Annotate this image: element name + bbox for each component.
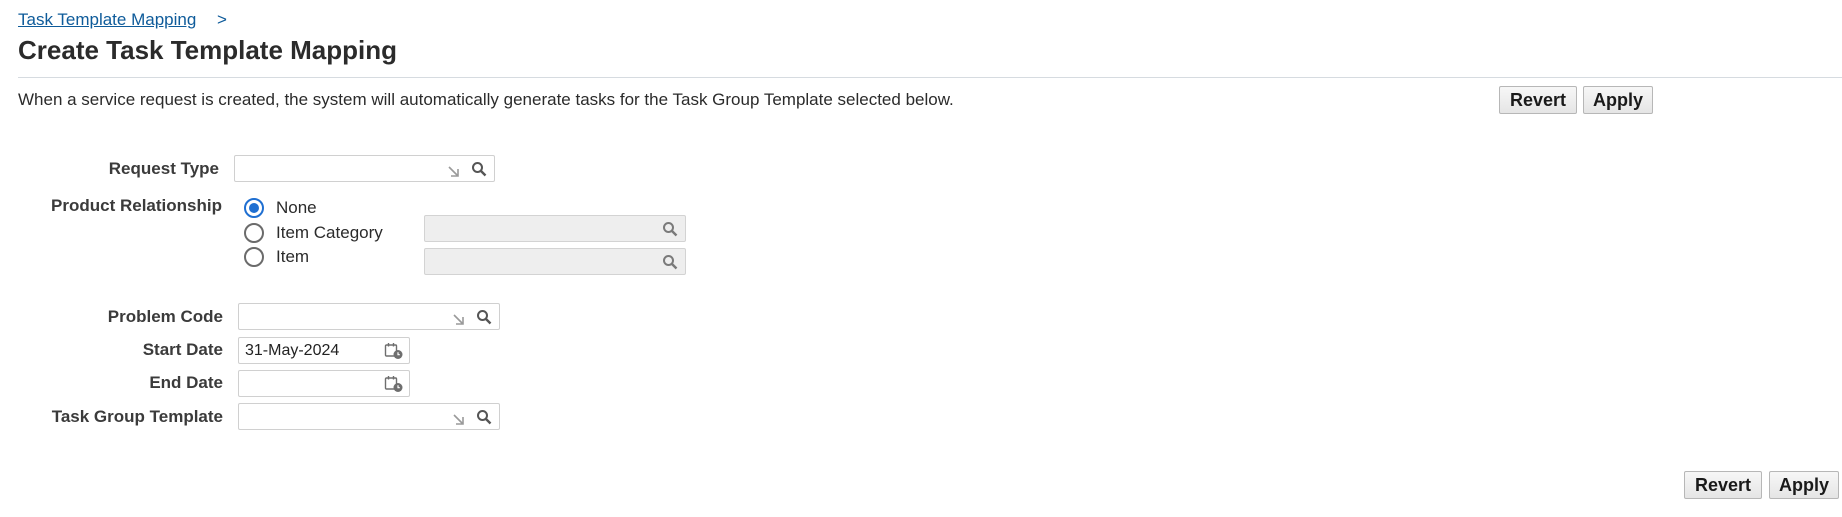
search-icon xyxy=(655,254,685,270)
calendar-icon[interactable] xyxy=(379,375,409,393)
problem-code-input[interactable] xyxy=(239,304,449,329)
task-group-template-label: Task Group Template xyxy=(51,407,223,426)
search-icon[interactable] xyxy=(469,309,499,325)
radio-button-item-category[interactable] xyxy=(244,223,264,243)
start-date-label: Start Date xyxy=(142,340,223,359)
start-date-input[interactable] xyxy=(239,338,379,363)
instruction-text: When a service request is created, the s… xyxy=(18,90,954,109)
item-field xyxy=(424,248,686,275)
search-icon[interactable] xyxy=(464,161,494,177)
request-type-input[interactable] xyxy=(235,156,444,181)
task-group-template-field xyxy=(238,403,500,430)
end-date-field xyxy=(238,370,410,397)
title-divider xyxy=(18,77,1842,78)
breadcrumb-link-task-template-mapping[interactable]: Task Template Mapping xyxy=(18,10,196,30)
request-type-field xyxy=(234,155,495,182)
revert-button-top[interactable]: Revert xyxy=(1499,86,1577,114)
start-date-field xyxy=(238,337,410,364)
breadcrumb-separator: > xyxy=(217,10,227,29)
radio-option-item[interactable]: Item xyxy=(244,246,309,268)
radio-label-item-category: Item Category xyxy=(276,223,383,242)
item-input xyxy=(425,249,655,274)
item-category-field xyxy=(424,215,686,242)
product-relationship-label: Product Relationship xyxy=(51,196,222,215)
end-date-label: End Date xyxy=(149,373,223,392)
radio-label-item: Item xyxy=(276,247,310,266)
search-icon[interactable] xyxy=(469,409,499,425)
end-date-input[interactable] xyxy=(239,371,379,396)
problem-code-field xyxy=(238,303,500,330)
list-arrow-icon[interactable] xyxy=(449,413,469,427)
apply-button-bottom[interactable]: Apply xyxy=(1769,471,1839,499)
revert-button-bottom[interactable]: Revert xyxy=(1684,471,1762,499)
apply-button-top[interactable]: Apply xyxy=(1583,86,1653,114)
list-arrow-icon[interactable] xyxy=(444,165,464,179)
radio-label-none: None xyxy=(276,198,317,217)
page-title: Create Task Template Mapping xyxy=(18,35,398,65)
radio-button-none[interactable] xyxy=(244,198,264,218)
search-icon xyxy=(655,221,685,237)
radio-option-none[interactable]: None xyxy=(244,197,317,219)
radio-button-item[interactable] xyxy=(244,247,264,267)
task-group-template-input[interactable] xyxy=(239,404,449,429)
list-arrow-icon[interactable] xyxy=(449,313,469,327)
radio-option-item-category[interactable]: Item Category xyxy=(244,222,383,244)
request-type-label: Request Type xyxy=(108,159,219,178)
item-category-input xyxy=(425,216,655,241)
calendar-icon[interactable] xyxy=(379,342,409,360)
problem-code-label: Problem Code xyxy=(107,307,223,326)
